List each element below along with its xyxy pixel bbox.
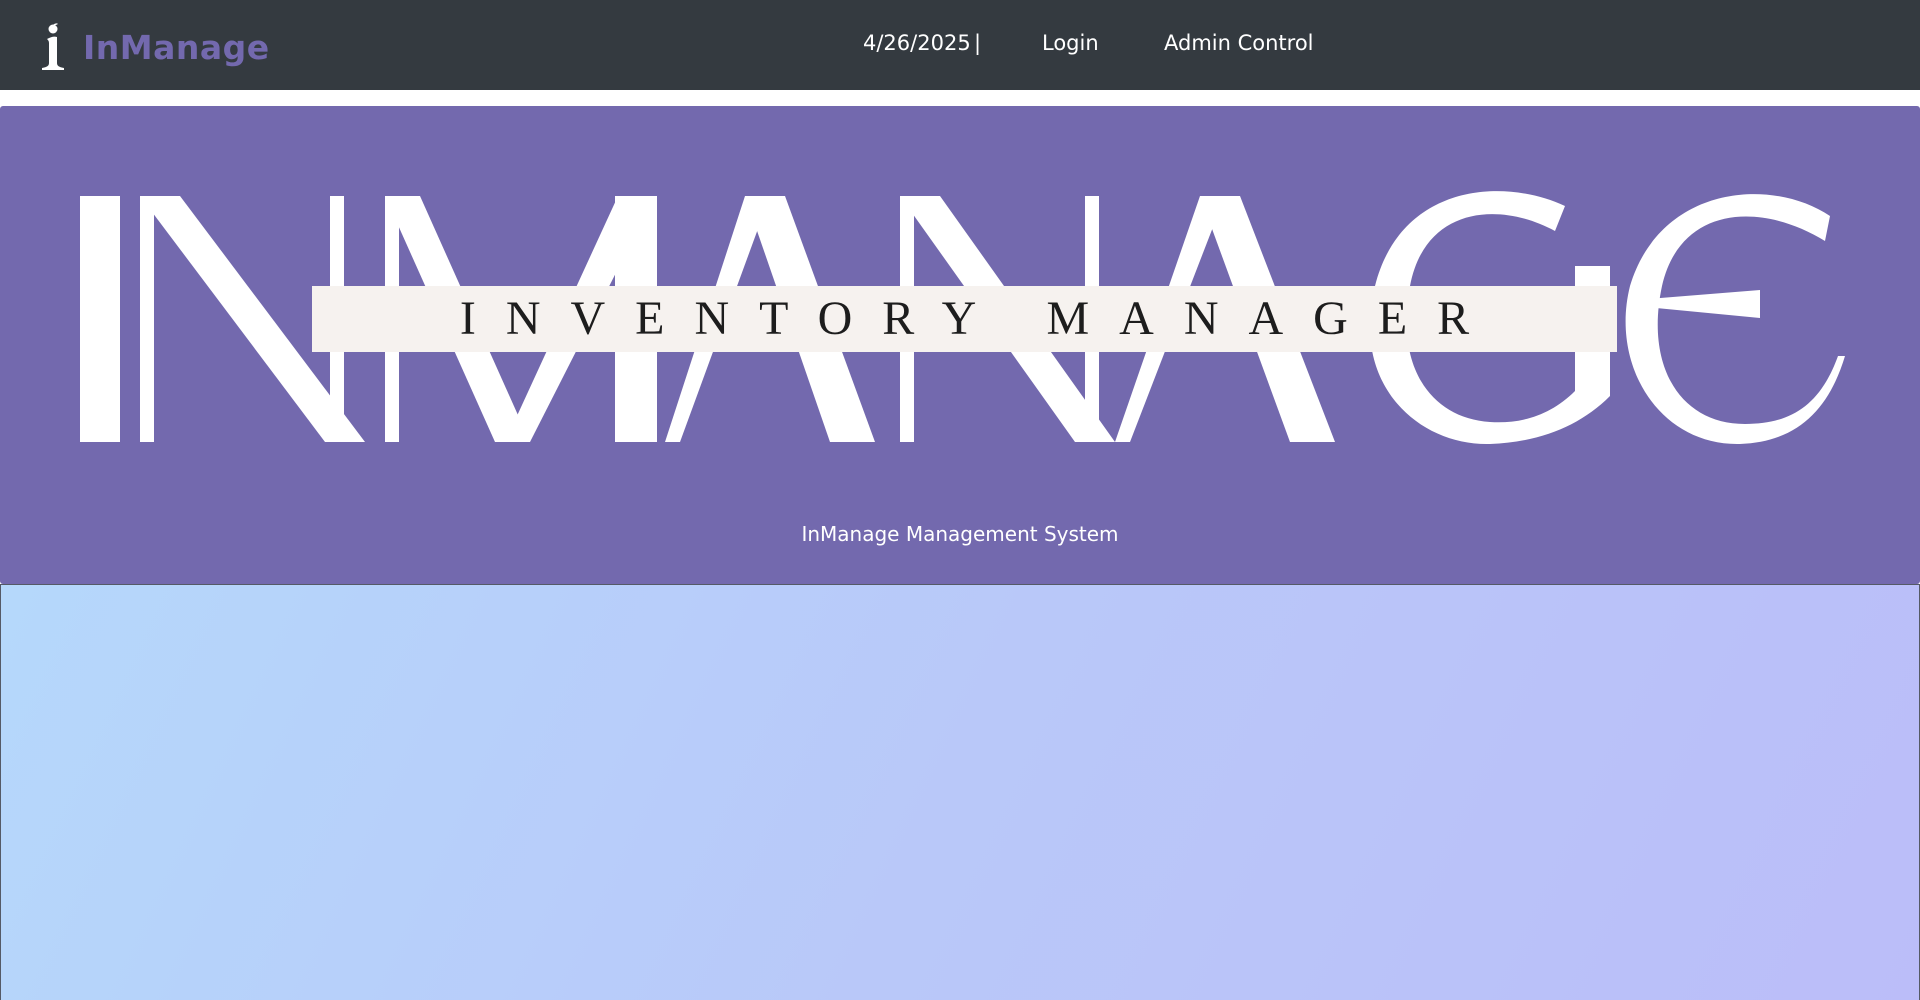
current-date: 4/26/2025: [863, 31, 971, 55]
main-content-area: [0, 584, 1920, 1000]
hero-subtitle: InManage Management System: [801, 522, 1119, 546]
top-navbar: InManage 4/26/2025 | Login Admin Control: [0, 0, 1920, 90]
hero-banner: INVENTORY MANAGER InManage Management Sy…: [0, 106, 1920, 584]
inmanage-logo-icon: [42, 23, 64, 70]
admin-control-link[interactable]: Admin Control: [1164, 31, 1314, 55]
nav-separator: |: [974, 31, 982, 55]
brand-link[interactable]: InManage: [38, 22, 270, 72]
brand-name: InManage: [83, 27, 270, 67]
login-link[interactable]: Login: [1042, 31, 1099, 55]
hero-tagline: INVENTORY MANAGER: [459, 292, 1500, 345]
